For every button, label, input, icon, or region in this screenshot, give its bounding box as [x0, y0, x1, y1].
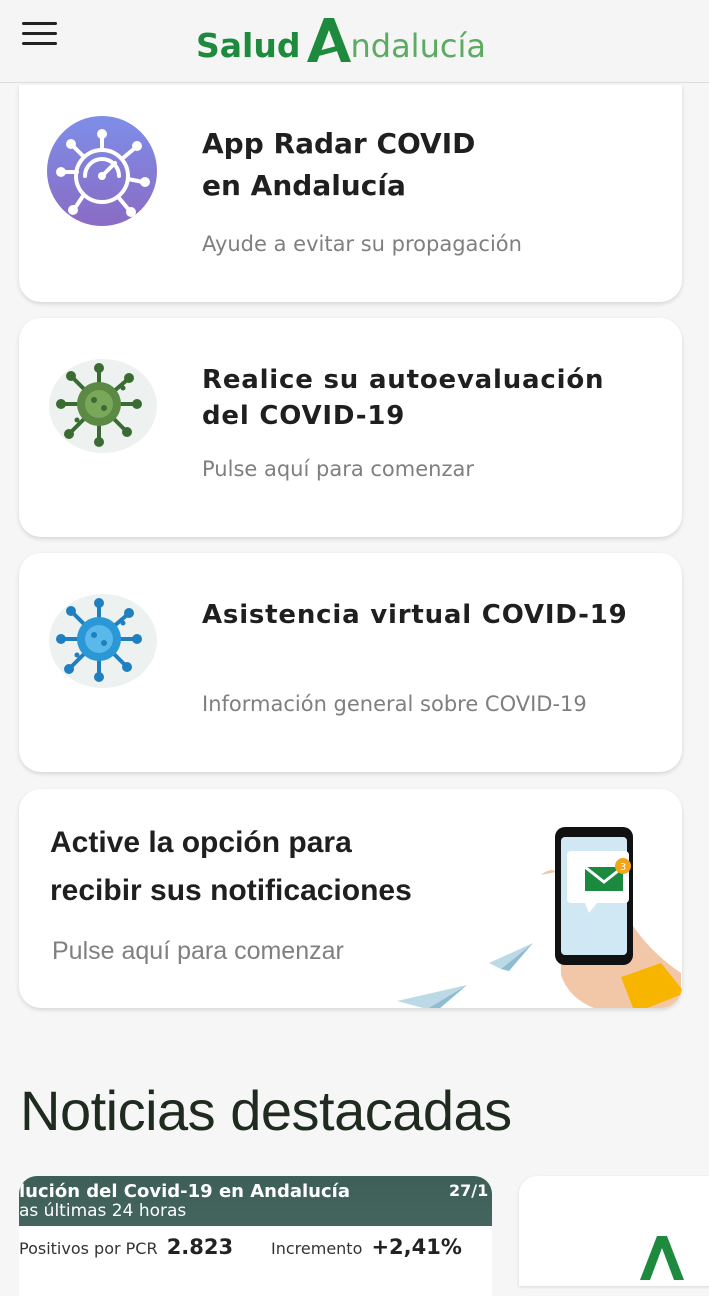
hamburger-menu-icon[interactable]	[22, 18, 58, 48]
notifications-subtitle: Pulse aquí para comenzar	[52, 937, 344, 965]
self-assessment-card[interactable]: Realice su autoevaluación del COVID-19 P…	[19, 318, 682, 537]
news-pcr-stat: Positivos por PCR 2.823	[19, 1235, 233, 1259]
andalucia-a-logo-icon	[640, 1236, 684, 1280]
self-assessment-title: Realice su autoevaluación del COVID-19	[202, 362, 604, 434]
virtual-assistant-title: Asistencia virtual COVID-19	[202, 600, 628, 630]
radar-covid-icon	[47, 116, 157, 230]
news-pcr-value: 2.823	[166, 1235, 234, 1259]
salud-andalucia-logo[interactable]: Salud ndalucía	[196, 8, 486, 68]
notifications-title-line1: Active la opción para	[50, 826, 352, 859]
self-assessment-title-line2: del COVID-19	[202, 401, 406, 431]
andalucia-a-logo-icon	[307, 18, 352, 62]
news-date: 27/1	[449, 1181, 489, 1200]
notification-badge-count: 3	[620, 862, 626, 873]
phone-with-message-icon: 3	[541, 827, 682, 1008]
self-assessment-title-line1: Realice su autoevaluación	[202, 365, 605, 395]
notifications-card[interactable]: Active la opción para recibir sus notifi…	[19, 789, 682, 1008]
notifications-title-line2: recibir sus notificaciones	[50, 874, 412, 907]
news-card-2[interactable]	[519, 1176, 709, 1286]
virtual-assistant-subtitle: Información general sobre COVID-19	[202, 692, 587, 716]
virtual-assistant-card[interactable]: Asistencia virtual COVID-19 Información …	[19, 553, 682, 772]
notifications-title: Active la opción para recibir sus notifi…	[50, 819, 412, 915]
logo-text-salud: Salud	[196, 26, 301, 65]
news-section-title: Noticias destacadas	[20, 1079, 512, 1142]
self-assessment-subtitle: Pulse aquí para comenzar	[202, 457, 474, 481]
radar-covid-title: App Radar COVID en Andalucía	[202, 123, 475, 207]
radar-covid-subtitle: Ayude a evitar su propagación	[202, 232, 522, 256]
top-app-bar: Salud ndalucía	[0, 0, 709, 83]
radar-covid-card[interactable]: App Radar COVID en Andalucía Ayude a evi…	[19, 85, 682, 302]
news-increase-label: Incremento	[271, 1239, 363, 1258]
logo-text-andalucia: ndalucía	[350, 27, 486, 65]
news-increase-stat: Incremento +2,41%	[271, 1235, 462, 1259]
paper-plane-icon	[397, 943, 533, 1008]
green-virus-icon	[49, 358, 157, 458]
radar-covid-title-line1: App Radar COVID	[202, 127, 476, 160]
news-headline: lución del Covid-19 en Andalucía	[19, 1181, 350, 1202]
news-increase-value: +2,41%	[371, 1235, 462, 1259]
news-subheadline: as últimas 24 horas	[19, 1201, 187, 1221]
radar-covid-title-line2: en Andalucía	[202, 169, 406, 202]
news-card[interactable]: lución del Covid-19 en Andalucía as últi…	[19, 1176, 492, 1296]
blue-virus-icon	[49, 593, 157, 693]
news-pcr-label: Positivos por PCR	[19, 1239, 158, 1258]
